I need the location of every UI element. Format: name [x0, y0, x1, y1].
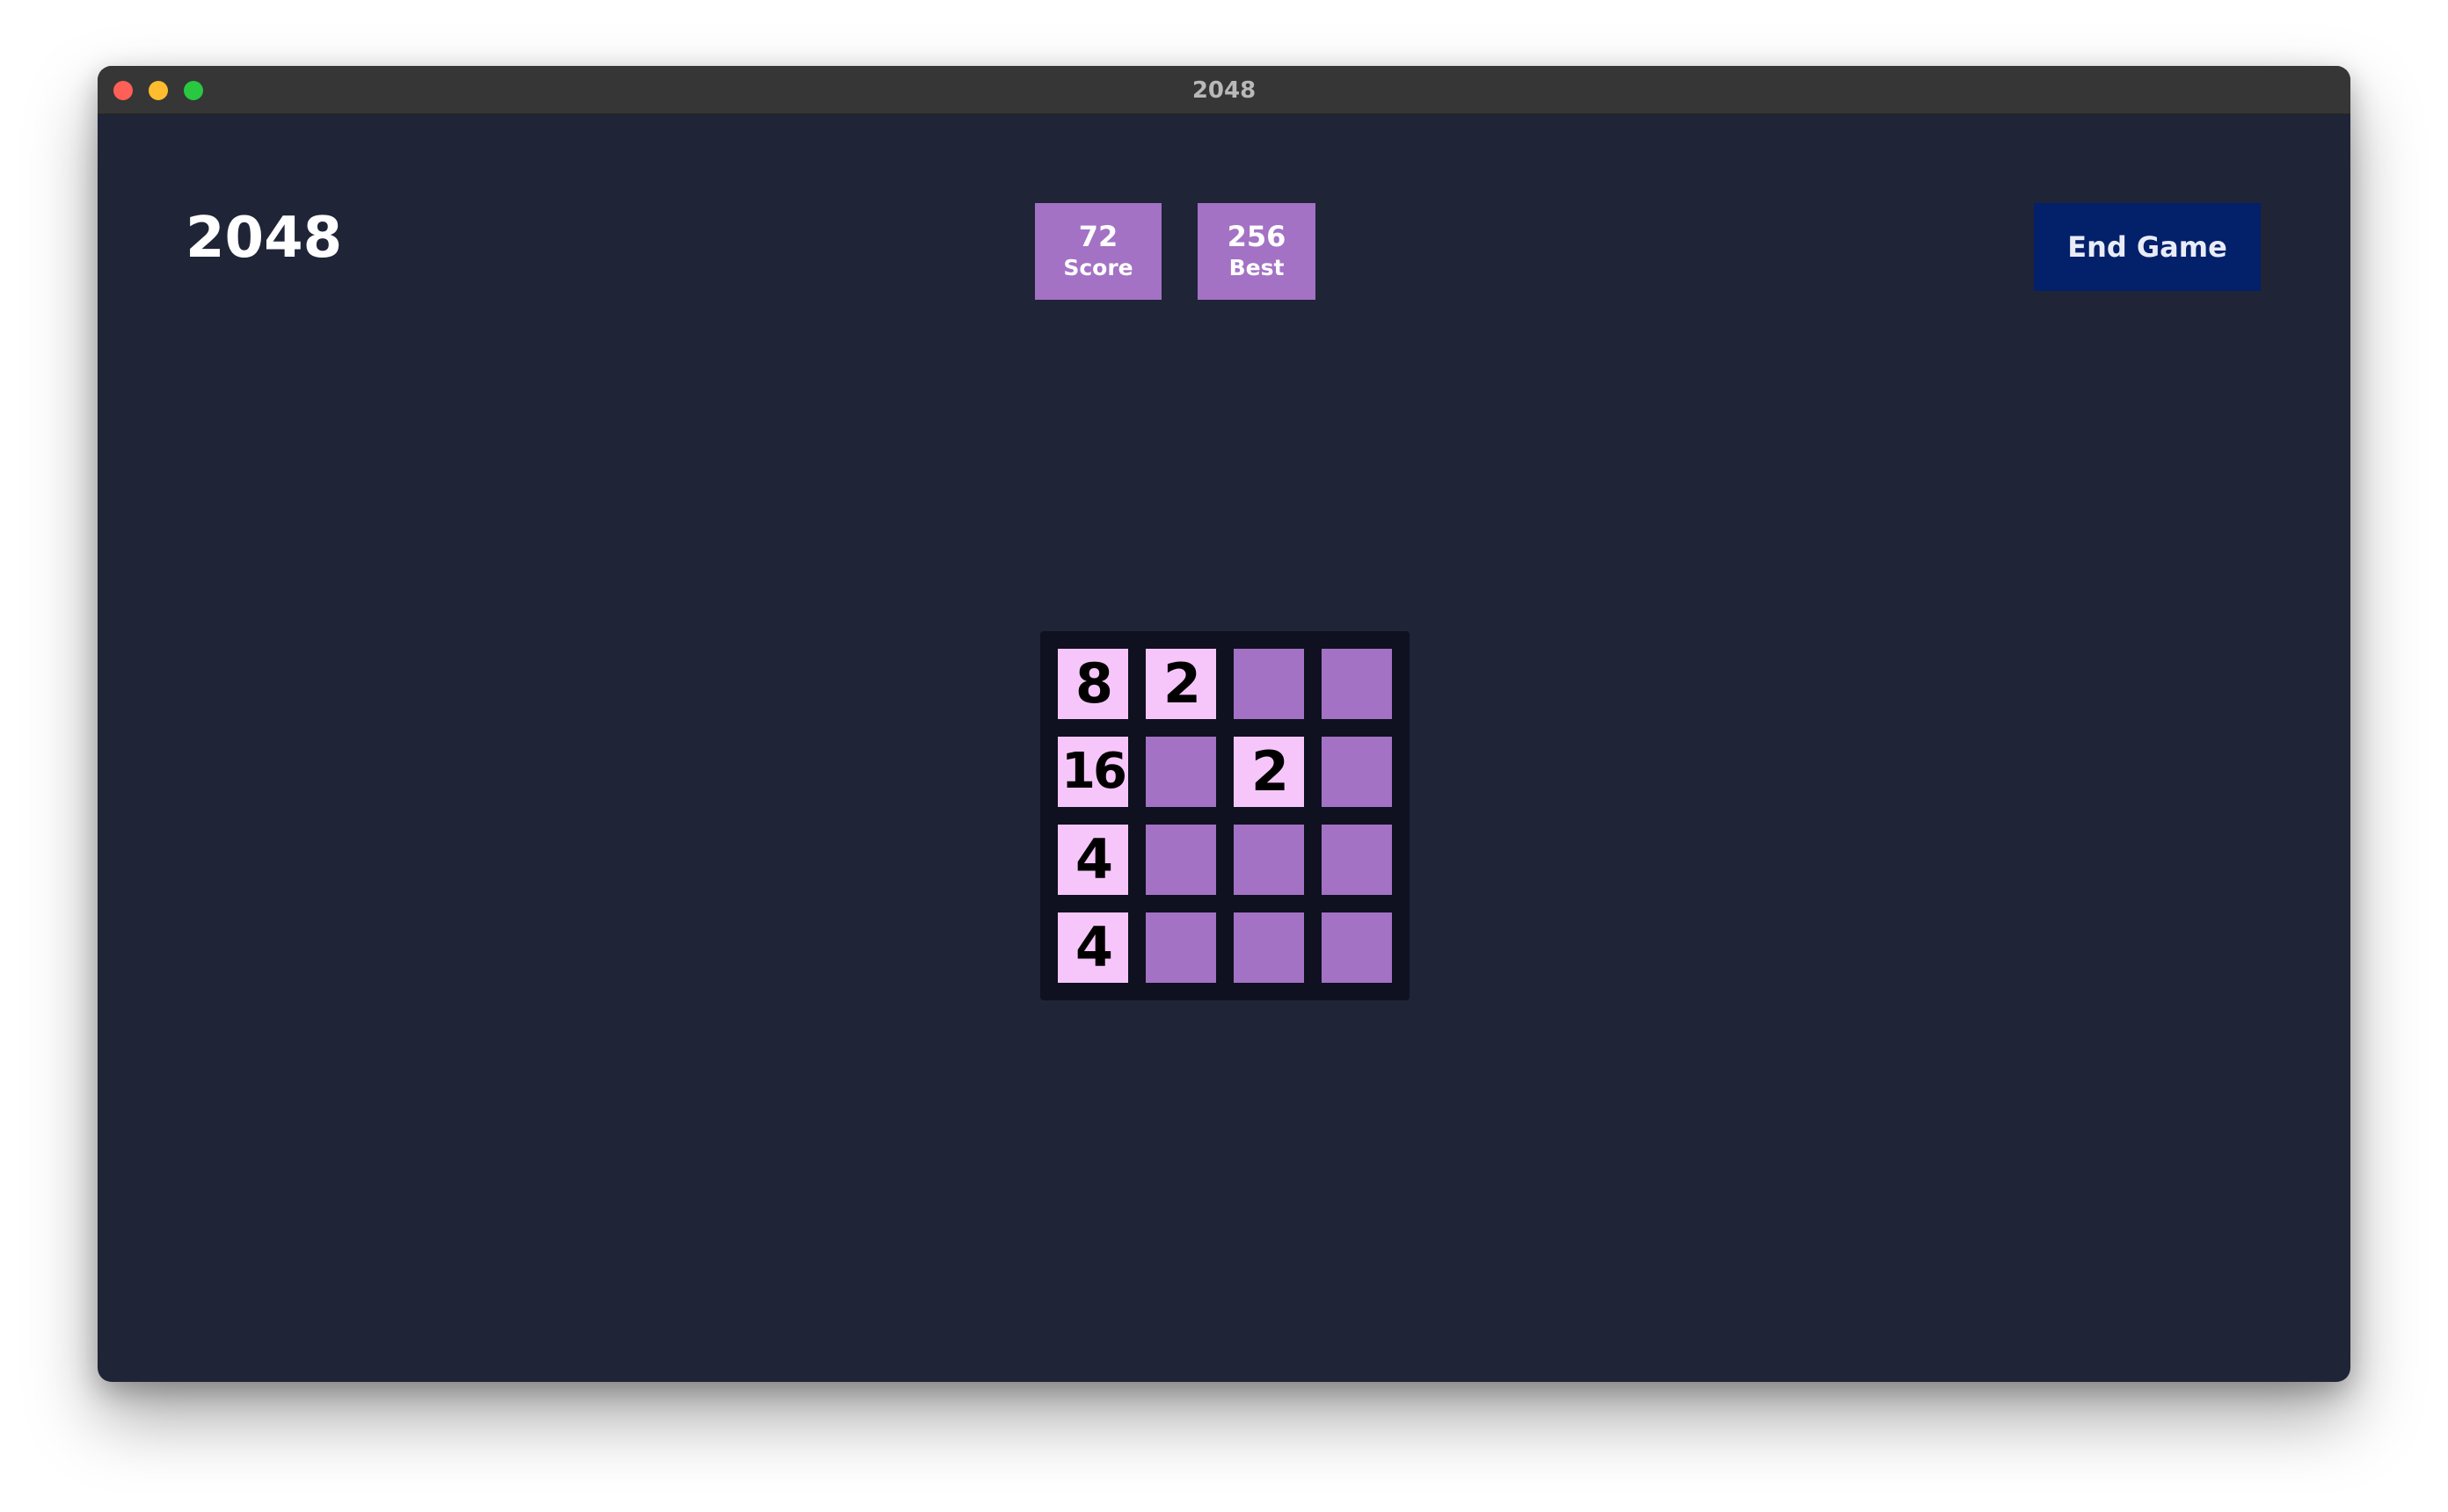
window-title: 2048	[1191, 77, 1257, 104]
score-box: 72 Score	[1035, 203, 1162, 300]
tile-r2-c4	[1322, 737, 1392, 807]
tile-r4-c4	[1322, 912, 1392, 983]
tile-r1-c3	[1234, 649, 1304, 719]
tile-r4-c3	[1234, 912, 1304, 983]
tile-r2-c3: 2	[1234, 737, 1304, 807]
best-score-box: 256 Best	[1198, 203, 1315, 300]
tile-r1-c1: 8	[1058, 649, 1128, 719]
game-title: 2048	[186, 206, 343, 271]
best-score-value: 256	[1227, 220, 1286, 253]
score-label: Score	[1063, 255, 1133, 280]
tile-r4-c2	[1146, 912, 1216, 983]
tile-r1-c2: 2	[1146, 649, 1216, 719]
game-board[interactable]: 8 2 16 2 4 4	[1040, 631, 1410, 1000]
tile-r2-c1: 16	[1058, 737, 1128, 807]
tile-r3-c3	[1234, 825, 1304, 895]
tile-r2-c2	[1146, 737, 1216, 807]
end-game-button[interactable]: End Game	[2034, 203, 2261, 291]
tile-r1-c4	[1322, 649, 1392, 719]
game-content: 2048 72 Score 256 Best End Game 8 2 16 2…	[98, 115, 2350, 1382]
score-value: 72	[1078, 220, 1118, 253]
app-window: 2048 2048 72 Score 256 Best End Game 8 2…	[98, 66, 2350, 1382]
tile-r4-c1: 4	[1058, 912, 1128, 983]
best-score-label: Best	[1228, 255, 1285, 280]
tile-r3-c1: 4	[1058, 825, 1128, 895]
title-bar: 2048	[98, 66, 2350, 115]
tile-r3-c4	[1322, 825, 1392, 895]
tile-r3-c2	[1146, 825, 1216, 895]
